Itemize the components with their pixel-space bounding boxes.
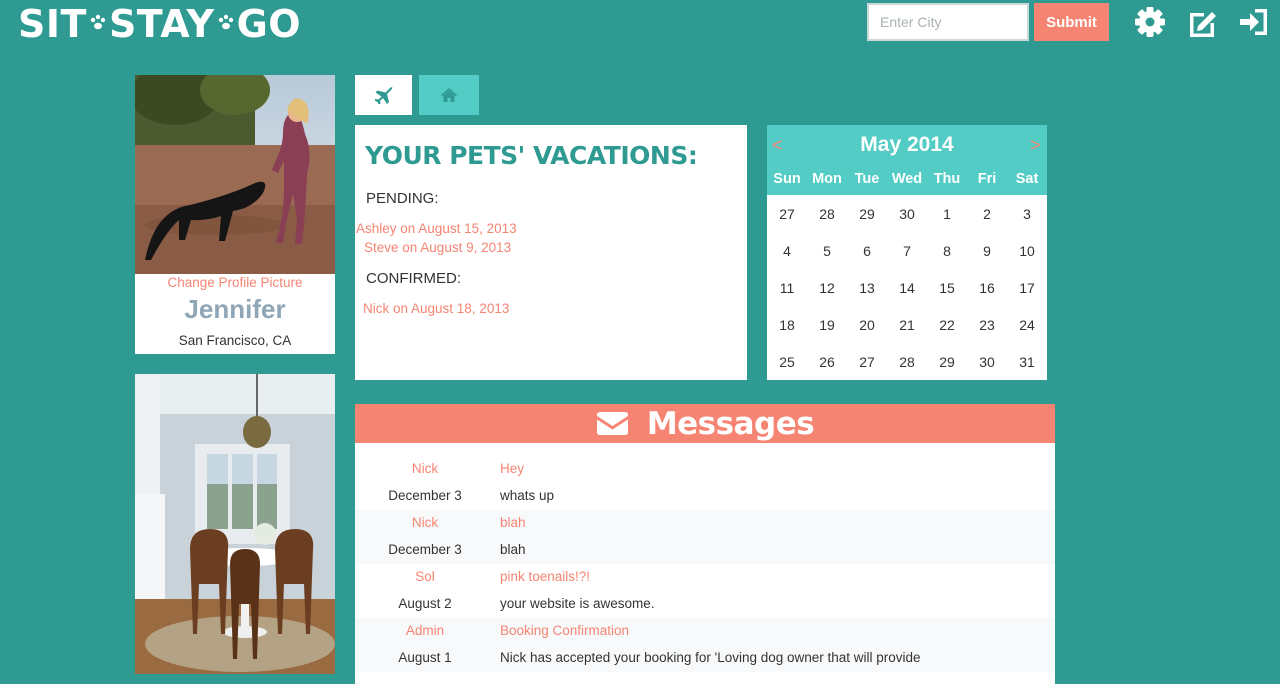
calendar-day[interactable]: 4	[767, 243, 807, 259]
calendar-weekday: Mon	[812, 171, 842, 187]
calendar-day[interactable]: 30	[967, 354, 1007, 370]
calendar-day[interactable]: 12	[807, 280, 847, 296]
calendar-day[interactable]: 29	[847, 206, 887, 222]
calendar-day[interactable]: 25	[767, 354, 807, 370]
message-row[interactable]: Nick December 3 blah blah	[355, 510, 1055, 564]
tab-home[interactable]	[419, 75, 479, 115]
calendar-day[interactable]: 30	[887, 206, 927, 222]
calendar-day[interactable]: 13	[847, 280, 887, 296]
profile-photo	[135, 75, 335, 274]
calendar-next-button[interactable]: >	[1030, 135, 1041, 156]
message-row[interactable]: Admin August 1 Booking Confirmation Nick ha…	[355, 618, 1055, 672]
calendar-day[interactable]: 9	[967, 243, 1007, 259]
pending-label: PENDING:	[366, 190, 439, 207]
messages-header: Messages	[355, 404, 1055, 443]
calendar-day[interactable]: 10	[1007, 243, 1047, 259]
message-preview: Nick has accepted your booking for 'Lovi…	[500, 650, 921, 665]
message-sender: Nick	[411, 515, 439, 530]
message-subject: blah	[500, 515, 526, 530]
plane-icon	[374, 87, 392, 104]
calendar-day[interactable]: 28	[807, 206, 847, 222]
envelope-icon	[596, 412, 628, 435]
message-date: August 1	[398, 650, 452, 665]
logo-word-2: STAY	[108, 2, 215, 46]
calendar-day[interactable]: 6	[847, 243, 887, 259]
calendar-day[interactable]: 19	[807, 317, 847, 333]
message-preview: blah	[500, 542, 526, 557]
calendar-day[interactable]: 27	[847, 354, 887, 370]
message-date: August 2	[398, 596, 452, 611]
message-preview: whats up	[500, 488, 555, 503]
calendar-day[interactable]: 7	[887, 243, 927, 259]
calendar-day[interactable]: 21	[887, 317, 927, 333]
home-photo	[135, 374, 335, 674]
paw-icon	[90, 14, 106, 30]
profile-name: Jennifer	[184, 294, 286, 324]
calendar-day[interactable]: 5	[807, 243, 847, 259]
messages-title: Messages	[646, 405, 815, 442]
calendar-weekday: Tue	[854, 171, 880, 187]
message-preview: your website is awesome.	[500, 596, 655, 611]
message-date: December 3	[388, 542, 462, 557]
sign-out-icon[interactable]	[1237, 5, 1271, 39]
gear-icon[interactable]	[1133, 5, 1167, 39]
calendar-day[interactable]: 2	[967, 206, 1007, 222]
calendar-day[interactable]: 29	[927, 354, 967, 370]
calendar-day[interactable]: 28	[887, 354, 927, 370]
calendar-day[interactable]: 27	[767, 206, 807, 222]
edit-icon[interactable]	[1185, 5, 1219, 39]
change-profile-picture-link[interactable]: Change Profile Picture	[135, 275, 335, 290]
calendar-month: May 2014	[860, 133, 954, 156]
calendar-day[interactable]: 20	[847, 317, 887, 333]
calendar-day[interactable]: 23	[967, 317, 1007, 333]
submit-button[interactable]: Submit	[1034, 3, 1109, 41]
calendar: < May 2014 > Sun Mon Tue Wed Thu Fri Sat 27 28 2…	[767, 125, 1047, 380]
calendar-weekday: Sat	[1015, 171, 1039, 187]
logo-word-1: SIT	[18, 2, 87, 46]
site-logo[interactable]: SIT STAY GO	[18, 2, 302, 46]
calendar-day[interactable]: 17	[1007, 280, 1047, 296]
message-sender: Nick	[411, 461, 439, 476]
calendar-day[interactable]: 22	[927, 317, 967, 333]
messages-panel: Messages Nick December 3 Hey whats up Nick De…	[355, 404, 1055, 684]
city-input[interactable]	[867, 3, 1029, 41]
paw-icon	[218, 14, 233, 30]
calendar-day[interactable]: 1	[927, 206, 967, 222]
message-subject: Hey	[500, 461, 525, 476]
confirmed-vacation-link[interactable]: Nick on August 18, 2013	[363, 301, 509, 316]
message-subject: pink toenails!?!	[500, 569, 591, 584]
calendar-day[interactable]: 31	[1007, 354, 1047, 370]
calendar-weekday: Sun	[773, 171, 801, 187]
calendar-weekday: Fri	[977, 171, 997, 187]
calendar-day[interactable]: 11	[767, 280, 807, 296]
profile-card: Change Profile Picture Jennifer San Fran…	[135, 75, 335, 354]
calendar-day[interactable]: 18	[767, 317, 807, 333]
profile-location: San Francisco, CA	[178, 333, 292, 348]
calendar-day[interactable]: 8	[927, 243, 967, 259]
pending-vacation-link[interactable]: Steve on August 9, 2013	[364, 240, 511, 255]
calendar-weekday: Wed	[891, 171, 923, 187]
calendar-day[interactable]: 24	[1007, 317, 1047, 333]
tab-vacations[interactable]	[355, 75, 412, 115]
calendar-day[interactable]: 26	[807, 354, 847, 370]
message-subject: Booking Confirmation	[500, 623, 630, 638]
home-icon	[441, 88, 457, 102]
confirmed-label: CONFIRMED:	[366, 270, 461, 287]
vacations-title: YOUR PETS' VACATIONS:	[365, 141, 698, 170]
calendar-day[interactable]: 3	[1007, 206, 1047, 222]
message-sender: Sol	[415, 569, 435, 584]
message-sender: Admin	[405, 623, 445, 638]
pending-vacation-link[interactable]: Ashley on August 15, 2013	[356, 221, 517, 236]
calendar-day[interactable]: 15	[927, 280, 967, 296]
calendar-day[interactable]: 16	[967, 280, 1007, 296]
logo-word-3: GO	[236, 2, 302, 46]
message-row[interactable]: Sol August 2 pink toenails!?! your website …	[355, 564, 1055, 618]
vacations-card: YOUR PETS' VACATIONS: PENDING: Ashley on…	[355, 125, 747, 380]
message-row[interactable]: Nick December 3 Hey whats up	[355, 456, 1055, 510]
calendar-weekday: Thu	[933, 171, 961, 187]
calendar-day[interactable]: 14	[887, 280, 927, 296]
message-date: December 3	[388, 488, 462, 503]
